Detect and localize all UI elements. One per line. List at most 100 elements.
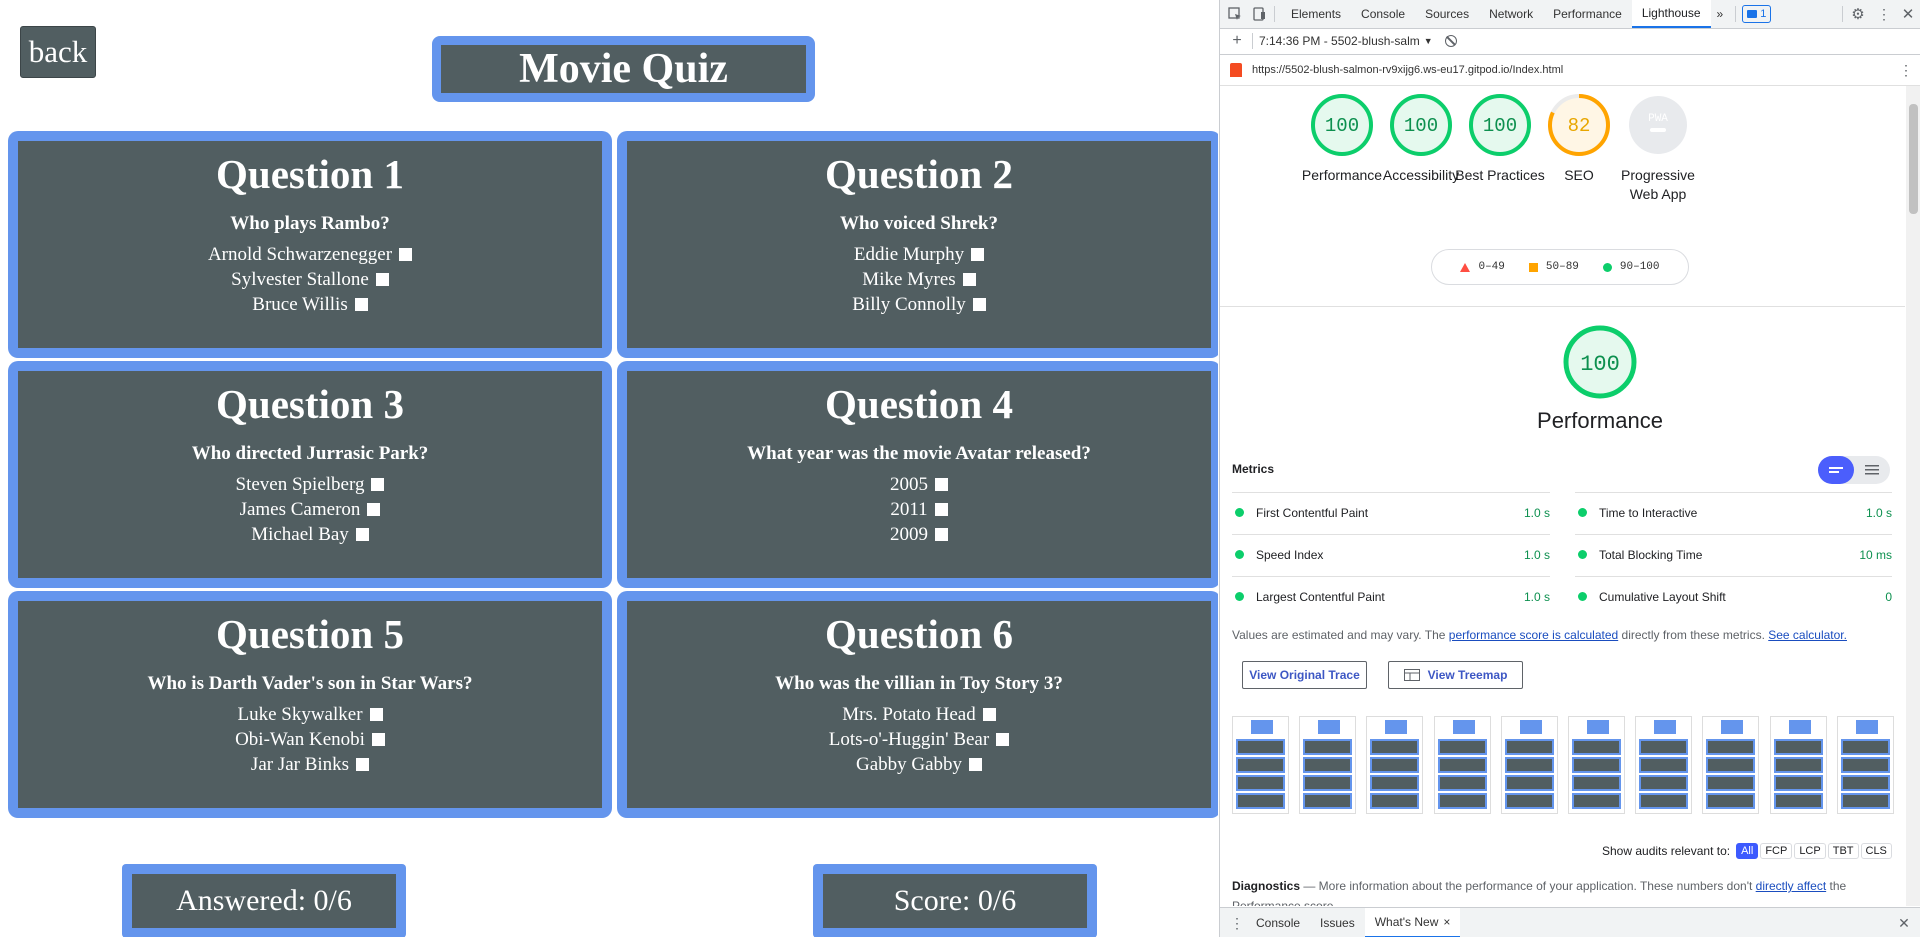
legend-pass-label: 90–100	[1619, 261, 1660, 273]
answer-checkbox[interactable]	[375, 273, 389, 286]
close-devtools-icon[interactable]: ✕	[1899, 5, 1917, 23]
answer-option[interactable]: 2009	[627, 522, 1211, 547]
drawer-tab-console[interactable]: Console	[1246, 908, 1310, 937]
metrics-view-toggle[interactable]	[1818, 456, 1890, 484]
answer-option[interactable]: Mike Myres	[627, 267, 1211, 292]
drawer-menu-icon[interactable]: ⋮	[1228, 914, 1246, 932]
gauge-progressive-web-app[interactable]: PWA Progressive Web App	[1608, 92, 1708, 204]
inspect-icon[interactable]	[1226, 5, 1244, 23]
answer-checkbox[interactable]	[371, 733, 385, 746]
report-scrollbar[interactable]	[1906, 86, 1920, 906]
thumb-title	[1855, 720, 1878, 734]
tab-elements[interactable]: Elements	[1281, 0, 1351, 28]
close-tab-icon[interactable]: ×	[1443, 915, 1450, 929]
answer-option[interactable]: 2005	[627, 472, 1211, 497]
answer-option[interactable]: Steven Spielberg	[18, 472, 602, 497]
scrollbar-thumb[interactable]	[1909, 104, 1918, 214]
answer-option[interactable]: Jar Jar Binks	[18, 752, 602, 777]
answer-checkbox[interactable]	[972, 298, 986, 311]
answer-option[interactable]: Obi-Wan Kenobi	[18, 727, 602, 752]
answer-label: Arnold Schwarzenegger	[207, 244, 393, 265]
tab-network[interactable]: Network	[1479, 0, 1543, 28]
answer-checkbox[interactable]	[969, 758, 983, 771]
answer-checkbox[interactable]	[399, 248, 413, 261]
answer-checkbox[interactable]	[354, 298, 368, 311]
answer-checkbox[interactable]	[935, 528, 948, 541]
directly-affect-link[interactable]: directly affect	[1756, 879, 1826, 893]
tab-performance[interactable]: Performance	[1543, 0, 1632, 28]
answer-option[interactable]: Mrs. Potato Head	[627, 702, 1211, 727]
report-select-label: 7:14:36 PM - 5502-blush-salm	[1259, 34, 1420, 48]
thumb-block	[1706, 793, 1756, 809]
answer-checkbox[interactable]	[356, 758, 370, 771]
tab-console[interactable]: Console	[1351, 0, 1415, 28]
metrics-note: Values are estimated and may vary. The p…	[1232, 628, 1902, 642]
tab-sources[interactable]: Sources	[1415, 0, 1479, 28]
drawer-tab-label: What's New	[1374, 915, 1439, 929]
answer-checkbox[interactable]	[371, 478, 385, 491]
metric-value: 1.0 s	[1865, 505, 1892, 520]
metric-row: Cumulative Layout Shift 0	[1575, 576, 1892, 616]
answer-checkbox[interactable]	[369, 708, 383, 721]
lighthouse-logo-icon	[1230, 63, 1242, 77]
perf-score-link[interactable]: performance score is calculated	[1449, 628, 1618, 642]
issues-badge[interactable]: 1	[1742, 5, 1772, 23]
filmstrip-frame	[1433, 716, 1491, 814]
answer-checkbox[interactable]	[934, 503, 948, 516]
audit-chip-fcp[interactable]: FCP	[1760, 843, 1793, 859]
audit-chip-lcp[interactable]: LCP	[1794, 843, 1826, 859]
answer-label: Jar Jar Binks	[250, 754, 350, 775]
answer-option[interactable]: James Cameron	[18, 497, 602, 522]
kebab-menu-icon[interactable]: ⋮	[1875, 5, 1893, 23]
settings-gear-icon[interactable]: ⚙	[1849, 5, 1867, 23]
answer-option[interactable]: Luke Skywalker	[18, 702, 602, 727]
thumb-block	[1303, 793, 1353, 809]
tab-lighthouse[interactable]: Lighthouse	[1631, 0, 1711, 28]
thumb-block	[1840, 757, 1890, 773]
close-drawer-icon[interactable]: ✕	[1895, 914, 1913, 932]
more-tabs-button[interactable]: »	[1711, 0, 1730, 28]
toggle-active	[1818, 456, 1854, 484]
answer-option[interactable]: Sylvester Stallone	[18, 267, 602, 292]
note-text-2: directly from these metrics.	[1618, 628, 1769, 642]
thumb-block	[1706, 775, 1756, 791]
clear-reports-icon[interactable]	[1444, 35, 1457, 47]
answer-checkbox[interactable]	[996, 733, 1010, 746]
device-toolbar-icon[interactable]	[1250, 5, 1268, 23]
calculator-link[interactable]: See calculator.	[1768, 628, 1847, 642]
answer-option[interactable]: Lots-o'-Huggin' Bear	[627, 727, 1211, 752]
answer-option[interactable]: Eddie Murphy	[627, 242, 1211, 267]
answer-option[interactable]: Arnold Schwarzenegger	[18, 242, 602, 267]
answer-option[interactable]: Billy Connolly	[627, 292, 1211, 317]
new-report-plus-icon[interactable]: +	[1228, 32, 1246, 50]
back-button[interactable]: back	[20, 26, 96, 78]
answer-option[interactable]: Michael Bay	[18, 522, 602, 547]
answer-checkbox[interactable]	[962, 273, 976, 286]
audit-chip-tbt[interactable]: TBT	[1827, 843, 1859, 859]
answer-option[interactable]: Bruce Willis	[18, 292, 602, 317]
thumb-block	[1773, 793, 1823, 809]
answer-label: Sylvester Stallone	[231, 269, 369, 290]
answer-checkbox[interactable]	[982, 708, 996, 721]
report-select[interactable]: 7:14:36 PM - 5502-blush-salm ▼	[1259, 34, 1433, 48]
answer-option[interactable]: Gabby Gabby	[627, 752, 1211, 777]
drawer-tab-what-s-new[interactable]: What's New ×	[1364, 908, 1461, 937]
view-treemap-button[interactable]: View Treemap	[1388, 661, 1523, 689]
audit-chip-all[interactable]: All	[1736, 843, 1759, 859]
performance-ring: 100	[1563, 325, 1637, 399]
view-original-trace-button[interactable]: View Original Trace	[1242, 661, 1367, 689]
message-icon	[1747, 10, 1758, 18]
metric-value: 10 ms	[1859, 547, 1892, 562]
thumb-block	[1437, 793, 1487, 809]
report-menu-icon[interactable]: ⋮	[1897, 61, 1915, 79]
audit-chip-cls[interactable]: CLS	[1860, 843, 1892, 859]
answer-checkbox[interactable]	[355, 528, 369, 541]
answer-checkbox[interactable]	[367, 503, 381, 516]
thumb-block	[1303, 775, 1353, 791]
answer-checkbox[interactable]	[935, 478, 948, 491]
answer-label: Mrs. Potato Head	[842, 704, 976, 725]
metric-name: Cumulative Layout Shift	[1599, 589, 1726, 604]
drawer-tab-issues[interactable]: Issues	[1310, 908, 1365, 937]
answer-option[interactable]: 2011	[627, 497, 1211, 522]
answer-checkbox[interactable]	[971, 248, 985, 261]
